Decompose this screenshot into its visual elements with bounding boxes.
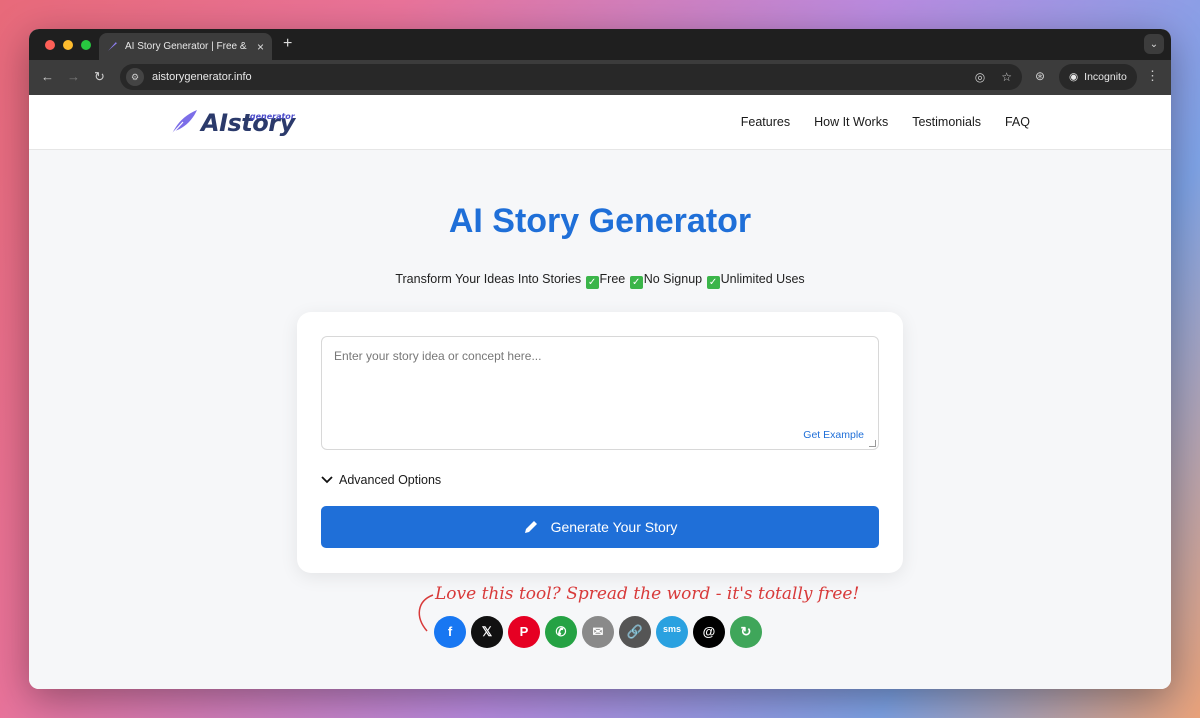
logo-subtext: generator: [249, 112, 295, 121]
share-buttons: f 𝕏 P ✆ ✉ 🔗 sms @ ↻: [434, 616, 762, 648]
browser-toolbar: ← → ↻ ⚙ aistorygenerator.info ◎ ☆ ⊛ ◉ In…: [29, 60, 1171, 95]
window-controls: [45, 40, 91, 50]
new-tab-button[interactable]: +: [283, 35, 292, 53]
facebook-icon[interactable]: f: [434, 616, 466, 648]
eye-off-icon[interactable]: ◎: [975, 70, 985, 84]
url-text[interactable]: aistorygenerator.info: [152, 71, 959, 83]
link-icon[interactable]: 🔗: [619, 616, 651, 648]
quill-favicon-icon: [108, 42, 117, 51]
checkmark-icon: ✓: [706, 276, 720, 289]
resize-handle[interactable]: [869, 440, 876, 447]
advanced-options-toggle[interactable]: Advanced Options: [321, 473, 441, 487]
generator-card: Enter your story idea or concept here...…: [297, 312, 903, 573]
tab-strip: AI Story Generator | Free & No × + ⌄: [29, 29, 1171, 60]
menu-kebab-icon[interactable]: ⋮: [1146, 68, 1159, 84]
threads-icon[interactable]: @: [693, 616, 725, 648]
nav-testimonials[interactable]: Testimonials: [912, 115, 981, 129]
incognito-label: Incognito: [1084, 71, 1127, 83]
advanced-options-label: Advanced Options: [339, 473, 442, 487]
nav-faq[interactable]: FAQ: [1005, 115, 1030, 129]
reload-icon[interactable]: ↻: [94, 69, 105, 85]
web-page: AIstory generator Features How It Works …: [29, 95, 1171, 689]
close-window-button[interactable]: [45, 40, 55, 50]
share-icon[interactable]: ↻: [730, 616, 762, 648]
close-tab-icon[interactable]: ×: [257, 40, 264, 54]
email-icon[interactable]: ✉: [582, 616, 614, 648]
nav-how-it-works[interactable]: How It Works: [814, 115, 888, 129]
subtitle-text: Transform Your Ideas Into Stories: [395, 272, 585, 286]
minimize-window-button[interactable]: [63, 40, 73, 50]
checkmark-icon: ✓: [629, 276, 643, 289]
generate-story-button[interactable]: Generate Your Story: [321, 506, 879, 548]
incognito-badge[interactable]: ◉ Incognito: [1059, 64, 1137, 90]
x-icon[interactable]: 𝕏: [471, 616, 503, 648]
incognito-icon: ◉: [1069, 71, 1079, 83]
hero-subtitle: Transform Your Ideas Into Stories ✓ Free …: [29, 272, 1171, 289]
get-example-link[interactable]: Get Example: [803, 429, 864, 441]
tab-title: AI Story Generator | Free & No: [125, 41, 250, 52]
nav-features[interactable]: Features: [741, 115, 790, 129]
star-icon[interactable]: ☆: [1001, 70, 1012, 84]
free-text: Free: [599, 272, 629, 286]
quill-logo-icon: [171, 110, 197, 135]
tab-search-button[interactable]: ⌄: [1144, 34, 1164, 54]
back-arrow-icon[interactable]: ←: [41, 69, 54, 84]
maximize-window-button[interactable]: [81, 40, 91, 50]
checkmark-icon: ✓: [585, 276, 599, 289]
address-bar[interactable]: ⚙ aistorygenerator.info ◎ ☆: [120, 64, 1022, 90]
browser-window: AI Story Generator | Free & No × + ⌄ ← →…: [29, 29, 1171, 689]
unlimited-text: Unlimited Uses: [720, 272, 805, 286]
whatsapp-icon[interactable]: ✆: [545, 616, 577, 648]
story-idea-placeholder: Enter your story idea or concept here...: [334, 349, 542, 363]
pinterest-icon[interactable]: P: [508, 616, 540, 648]
pencil-icon: [524, 521, 537, 533]
main-nav: Features How It Works Testimonials FAQ: [741, 115, 1030, 129]
no-signup-text: No Signup: [643, 272, 706, 286]
forward-arrow-icon[interactable]: →: [67, 69, 80, 84]
story-idea-input[interactable]: Enter your story idea or concept here...…: [321, 336, 879, 450]
generate-button-label: Generate Your Story: [550, 519, 678, 535]
site-settings-icon[interactable]: ⚙: [126, 68, 144, 86]
sms-icon[interactable]: sms: [656, 616, 688, 648]
site-header: AIstory generator Features How It Works …: [29, 95, 1171, 150]
active-tab[interactable]: AI Story Generator | Free & No ×: [99, 33, 272, 60]
page-title: AI Story Generator: [448, 202, 752, 240]
chevron-down-icon: [321, 476, 333, 484]
site-logo[interactable]: AIstory generator: [169, 107, 295, 137]
share-callout: Love this tool? Spread the word - it's t…: [435, 584, 860, 604]
extension-icon[interactable]: ⊛: [1035, 69, 1045, 83]
